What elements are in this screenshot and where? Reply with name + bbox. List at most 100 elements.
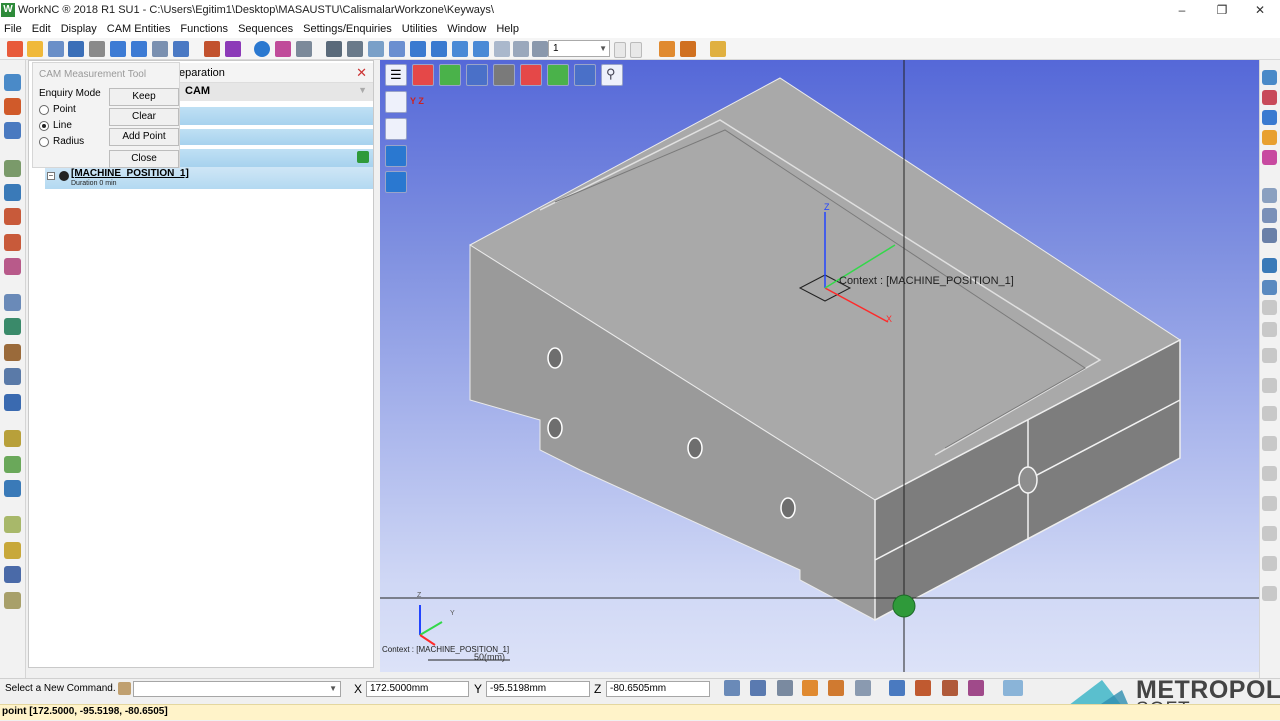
shaded-edges-icon[interactable] [385,171,407,193]
tool-strip-icon[interactable] [4,368,21,385]
rt-tool-icon[interactable] [1262,586,1277,601]
rt-tool-icon[interactable] [1262,300,1277,315]
cube-blue-icon[interactable] [466,64,488,86]
menu-display[interactable]: Display [57,23,103,35]
zoom-down-icon[interactable] [614,42,626,58]
zoom-view-icon[interactable]: ⚲ [601,64,623,86]
add-point-button[interactable]: Add Point [109,128,179,146]
menu-cam-entities[interactable]: CAM Entities [103,23,177,35]
panel-highlight-row[interactable] [177,149,373,167]
rt-tool-icon[interactable] [1262,188,1277,203]
rt-tool-icon[interactable] [1262,526,1277,541]
tool-strip-icon[interactable] [4,318,21,335]
panel-highlight-row[interactable] [177,129,373,145]
tool-strip-icon[interactable] [4,234,21,251]
menu-sequences[interactable]: Sequences [234,23,299,35]
cube-green-icon[interactable] [439,64,461,86]
rt-tool-icon[interactable] [1262,280,1277,295]
tool-strip-icon[interactable] [4,344,21,361]
collapse-icon[interactable]: – [47,172,55,180]
tool-strip-icon[interactable] [4,184,21,201]
rt-tool-icon[interactable] [1262,258,1277,273]
snap-line-icon[interactable] [855,680,871,696]
menu-file[interactable]: File [0,23,28,35]
cube-red-side-icon[interactable] [520,64,542,86]
close-button[interactable]: Close [109,150,179,168]
rt-tool-icon[interactable] [1262,406,1277,421]
axis-icon[interactable] [204,41,220,57]
library-icon[interactable] [968,680,984,696]
menu-utilities[interactable]: Utilities [398,23,443,35]
chevron-down-icon[interactable]: ▼ [358,85,367,95]
tool-strip-icon[interactable] [4,516,21,533]
close-icon[interactable]: ✕ [356,65,367,81]
clear-measures-button[interactable]: Clear Measures [109,108,179,138]
rt-tool-icon[interactable] [1262,436,1277,451]
tool-strip-icon[interactable] [4,122,21,139]
rotate-screen-icon[interactable] [452,41,468,57]
y-coordinate-field[interactable]: -95.5198mm [486,681,590,697]
menu-window[interactable]: Window [443,23,492,35]
sphere-icon[interactable] [254,41,270,57]
cube-green-side-icon[interactable] [547,64,569,86]
menu-functions[interactable]: Functions [176,23,234,35]
view-icon[interactable] [473,41,489,57]
layout-icon[interactable] [173,41,189,57]
shade-icon[interactable] [275,41,291,57]
rotate-icon[interactable] [431,41,447,57]
tool-strip-icon[interactable] [4,566,21,583]
tool-strip-icon[interactable] [4,258,21,275]
rt-tool-icon[interactable] [1262,228,1277,243]
view-iso-icon[interactable] [1262,110,1277,125]
zoom-icon[interactable] [368,41,384,57]
restore-button[interactable]: ❐ [1202,0,1242,20]
info-icon[interactable] [532,41,548,57]
view-top-icon[interactable] [1262,90,1277,105]
fit-icon[interactable] [494,41,510,57]
section-icon[interactable] [513,41,529,57]
rt-tool-icon[interactable] [1262,378,1277,393]
add-sequence-icon[interactable] [357,151,369,163]
tool-strip-icon[interactable] [4,74,21,91]
tool-strip-icon[interactable] [4,160,21,177]
paste-icon[interactable] [347,41,363,57]
rt-tool-icon[interactable] [1262,466,1277,481]
view-bottom-icon[interactable] [1262,150,1277,165]
keep-measures-button[interactable]: Keep Measures [109,88,179,118]
mode-point[interactable]: Point [37,103,107,119]
menu-icon[interactable]: ☰ [385,64,407,86]
view-side-icon[interactable] [1262,130,1277,145]
grid-icon[interactable] [152,41,168,57]
tool-icon[interactable] [659,41,675,57]
rt-tool-icon[interactable] [1262,322,1277,337]
settings-icon[interactable] [1003,680,1023,696]
tool-strip-icon[interactable] [4,592,21,609]
rt-tool-icon[interactable] [1262,496,1277,511]
pin-icon[interactable] [710,41,726,57]
menu-help[interactable]: Help [492,23,525,35]
new-icon[interactable] [7,41,23,57]
copy-icon[interactable] [326,41,342,57]
machine-icon[interactable] [915,680,931,696]
frame-icon[interactable] [225,41,241,57]
view-front-icon[interactable] [1262,70,1277,85]
rt-tool-icon[interactable] [1262,556,1277,571]
layer-icon[interactable] [889,680,905,696]
radio-point[interactable] [39,105,49,115]
command-input[interactable]: ▼ [133,681,341,697]
panel-tab[interactable]: eparation ✕ [177,63,373,83]
3d-viewport[interactable]: Context : [MACHINE_POSITION_1] Z X Z Y C… [380,60,1259,672]
x-coordinate-field[interactable]: 172.5000mm [366,681,469,697]
print-icon[interactable] [89,41,105,57]
holder-icon[interactable] [680,41,696,57]
view-cube-icon[interactable] [385,91,407,113]
minimize-button[interactable]: – [1162,0,1202,20]
tool-strip-icon[interactable] [4,394,21,411]
close-window-button[interactable]: ✕ [1240,0,1280,20]
display-icon[interactable] [296,41,312,57]
mode-radius[interactable]: Radius [37,135,107,151]
radio-line[interactable] [39,121,49,131]
cube-blue-side-icon[interactable] [574,64,596,86]
tool-strip-icon[interactable] [4,294,21,311]
tool-strip-icon[interactable] [4,208,21,225]
